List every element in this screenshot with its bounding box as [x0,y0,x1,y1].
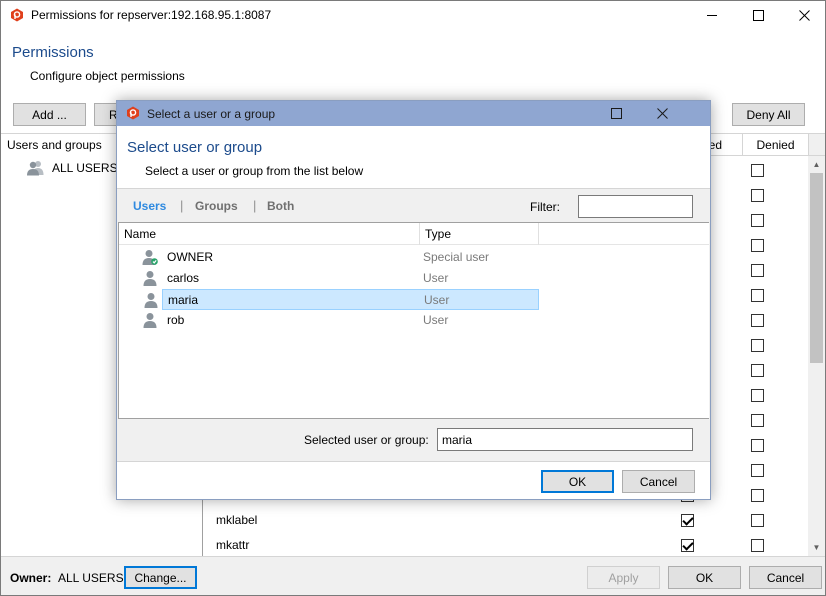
user-icon [143,292,159,311]
user-name: carlos [167,271,200,285]
filter-label: Filter: [530,200,560,214]
user-list-row[interactable]: maria User [144,289,539,310]
permission-label: mkattr [216,538,250,552]
denied-checkbox[interactable] [751,514,764,527]
denied-checkbox[interactable] [751,189,764,202]
user-name: OWNER [167,250,213,264]
denied-checkbox[interactable] [751,214,764,227]
window-title: Permissions for repserver:192.168.95.1:8… [31,8,272,22]
tab-users[interactable]: Users [133,199,166,213]
dialog-header-title: Select user or group [127,139,263,156]
page-subtitle: Configure object permissions [30,69,185,83]
tab-divider: | [180,198,184,213]
group-icon [27,161,44,176]
title-bar: Permissions for repserver:192.168.95.1:8… [1,1,825,29]
selected-user-input[interactable] [437,428,693,451]
tab-groups[interactable]: Groups [195,199,238,213]
close-icon [656,108,668,119]
dialog-header-subtitle: Select a user or group from the list bel… [145,164,364,178]
user-type: User [423,271,449,285]
tab-divider: | [253,198,257,213]
ok-button[interactable]: OK [668,566,741,589]
scroll-up-icon[interactable]: ▲ [808,156,825,173]
allowed-checkbox[interactable] [681,539,694,552]
user-type: User [424,293,450,307]
denied-checkbox[interactable] [751,264,764,277]
denied-checkbox[interactable] [751,439,764,452]
selected-label: Selected user or group: [304,433,429,447]
add-button[interactable]: Add ... [13,103,86,126]
dialog-close-button[interactable] [639,101,685,126]
maximize-icon [752,9,764,21]
owner-value: ALL USERS [58,571,124,585]
app-logo-icon [127,106,139,120]
app-logo-icon [11,8,23,22]
tree-item-label: ALL USERS [52,161,118,175]
dialog-body: Users | Groups | Both Filter: Name Type … [117,189,710,461]
scroll-thumb[interactable] [810,173,823,363]
footer-bar: Owner: ALL USERS Change... Apply OK Canc… [1,556,825,595]
column-divider[interactable] [419,223,420,245]
dialog-cancel-button[interactable]: Cancel [622,470,695,493]
close-icon [798,9,810,21]
denied-checkbox[interactable] [751,314,764,327]
change-owner-button[interactable]: Change... [124,566,197,589]
user-type: Special user [423,250,490,264]
user-list-row[interactable]: carlos User [143,268,539,289]
type-column-header[interactable]: Type [425,227,451,241]
apply-button[interactable]: Apply [587,566,660,589]
cancel-button[interactable]: Cancel [749,566,822,589]
user-name: maria [168,293,199,307]
user-icon [142,312,158,331]
user-icon [142,270,158,289]
denied-checkbox[interactable] [751,339,764,352]
denied-checkbox[interactable] [751,239,764,252]
minimize-button[interactable] [689,1,735,29]
denied-column-header[interactable]: Denied [742,133,808,156]
page-title: Permissions [12,44,94,61]
divider [117,461,710,462]
denied-checkbox[interactable] [751,489,764,502]
filter-input[interactable] [578,195,693,218]
close-button[interactable] [781,1,825,29]
denied-checkbox[interactable] [751,364,764,377]
dialog-maximize-button[interactable] [593,101,639,126]
denied-checkbox[interactable] [751,464,764,477]
select-user-dialog: Select a user or a group Select user or … [116,100,711,500]
denied-checkbox[interactable] [751,164,764,177]
scroll-down-icon[interactable]: ▼ [808,539,825,556]
column-divider[interactable] [538,223,539,245]
dialog-title-bar: Select a user or a group [117,101,710,126]
owner-user-icon [142,249,158,268]
denied-checkbox[interactable] [751,539,764,552]
users-groups-header: Users and groups [7,138,102,152]
allowed-checkbox[interactable] [681,514,694,527]
denied-checkbox[interactable] [751,389,764,402]
deny-all-button[interactable]: Deny All [732,103,805,126]
tab-both[interactable]: Both [267,199,294,213]
list-header: Name Type [119,223,709,245]
maximize-icon [610,108,622,119]
user-list-row[interactable]: rob User [143,310,539,331]
denied-checkbox[interactable] [751,289,764,302]
tree-item-all-users[interactable]: ALL USERS [26,160,118,176]
user-list-row[interactable]: OWNER Special user [142,247,539,268]
maximize-button[interactable] [735,1,781,29]
permission-label: mklabel [216,513,258,527]
permissions-scrollbar[interactable]: ▲ ▼ [808,156,825,556]
dialog-title: Select a user or a group [147,107,276,121]
owner-label: Owner: [10,571,52,585]
header-filler [808,133,825,156]
user-list: Name Type OWNER Special user carlos User mar… [118,222,709,419]
user-type: User [423,313,449,327]
user-name: rob [167,313,185,327]
name-column-header[interactable]: Name [124,227,156,241]
minimize-icon [707,15,717,16]
dialog-ok-button[interactable]: OK [541,470,614,493]
denied-checkbox[interactable] [751,414,764,427]
